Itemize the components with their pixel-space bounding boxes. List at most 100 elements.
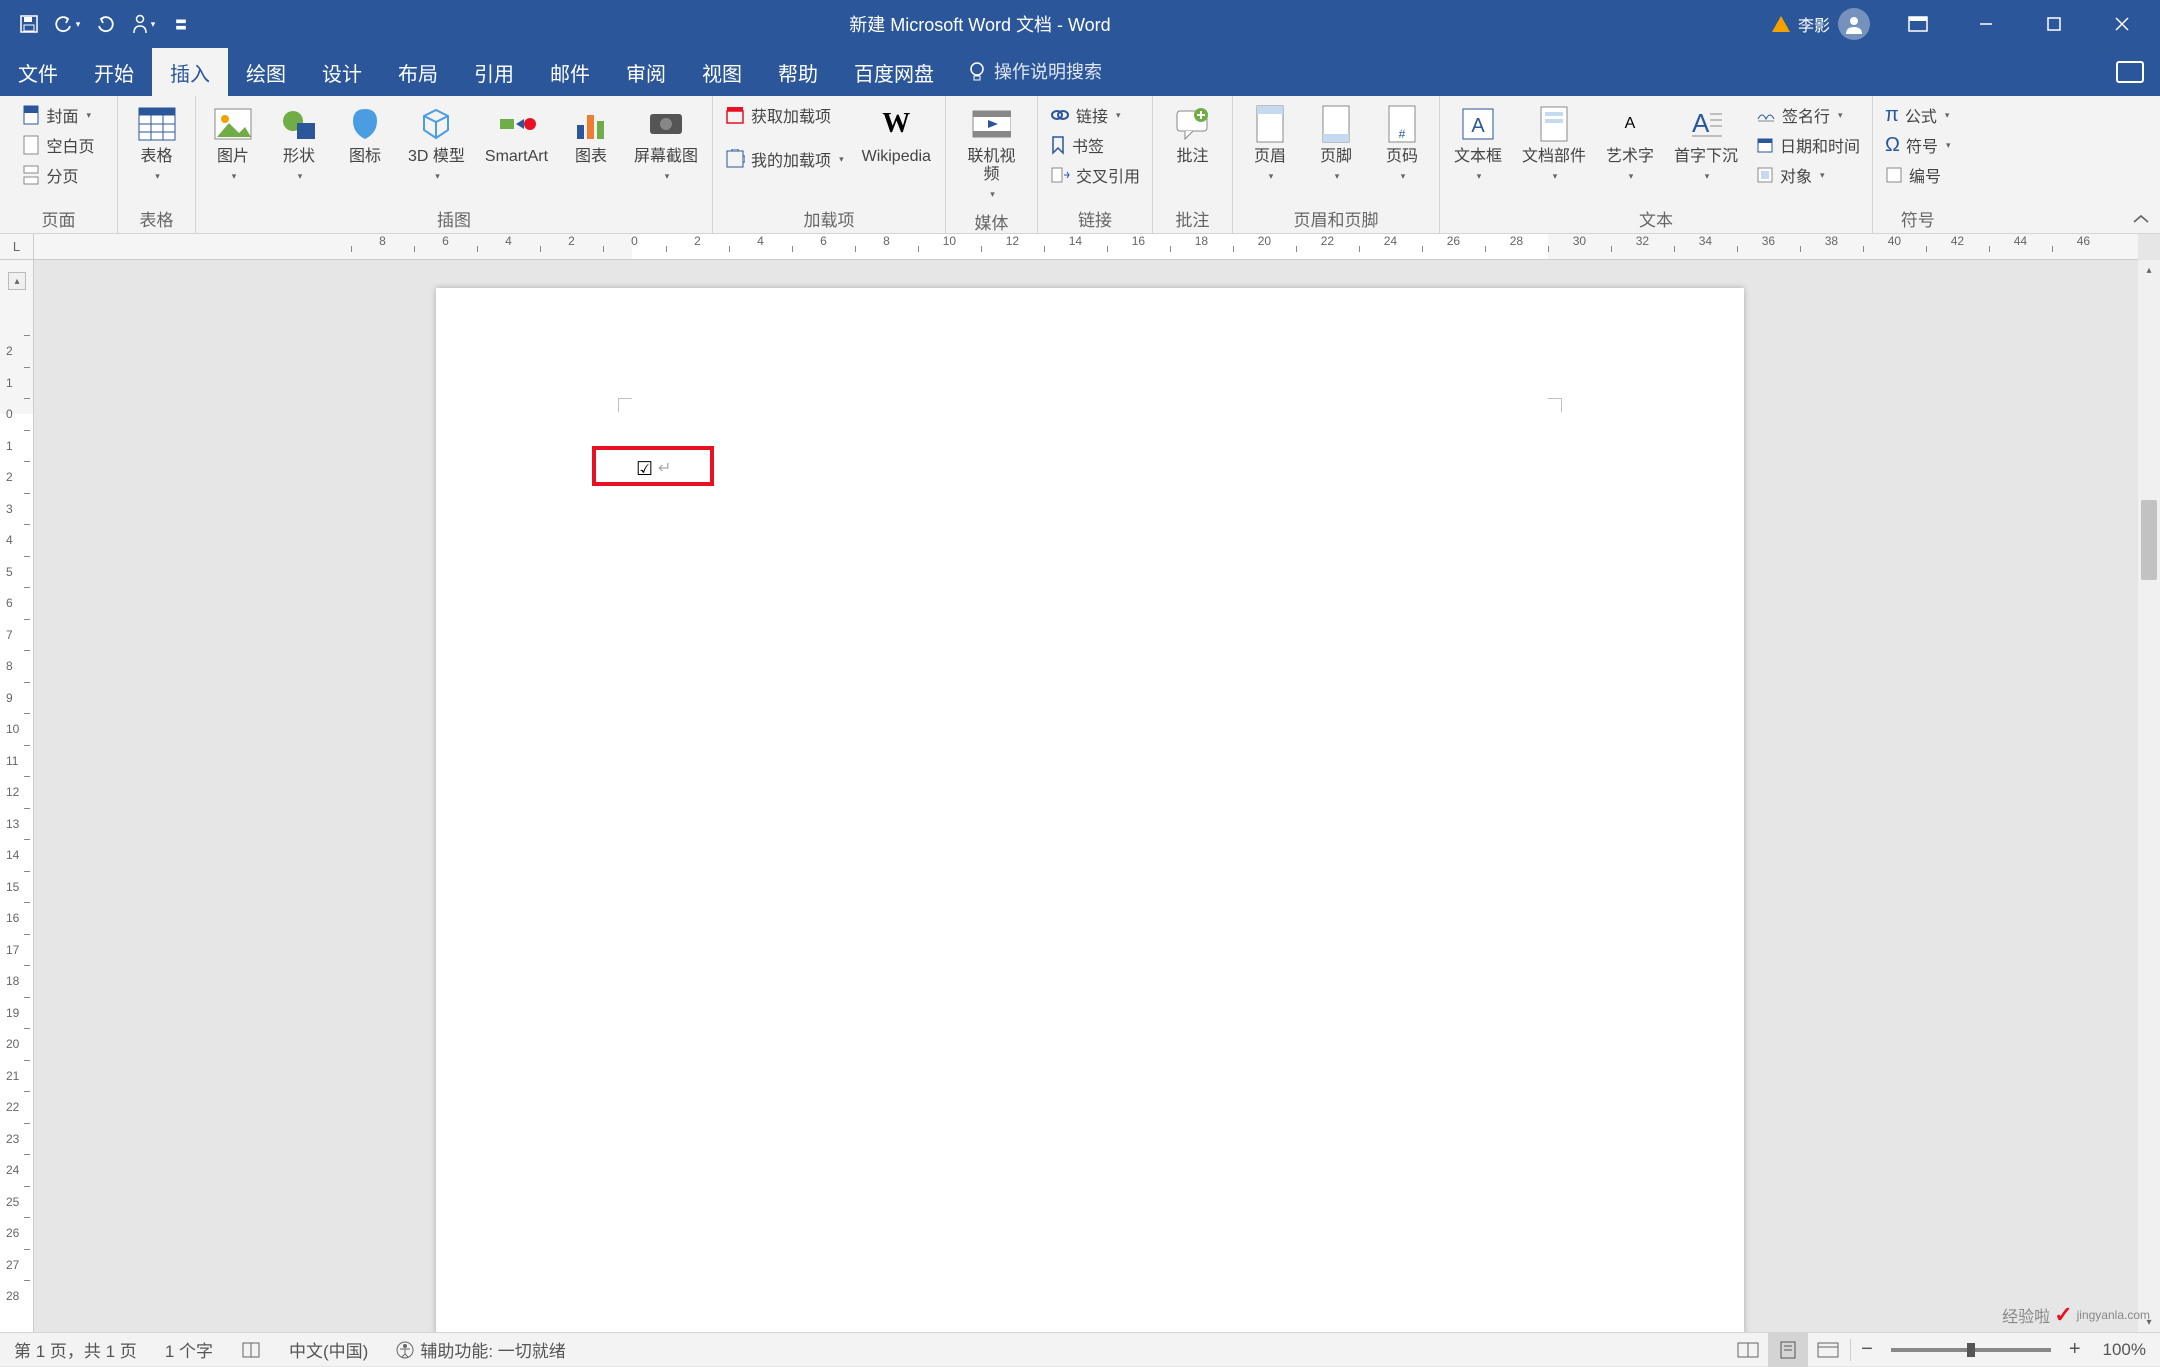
blank-page-button[interactable]: 空白页 [16,130,100,160]
language-status[interactable]: 中文(中国) [275,1337,382,1362]
tab-design[interactable]: 设计 [304,48,380,96]
smartart-button[interactable]: SmartArt [477,100,556,170]
zoom-slider[interactable] [1891,1348,2051,1352]
print-layout-button[interactable] [1768,1333,1808,1367]
wikipedia-button[interactable]: WWikipedia [854,100,939,170]
tab-references[interactable]: 引用 [456,48,532,96]
quickparts-button[interactable]: 文档部件▾ [1514,100,1594,189]
datetime-button[interactable]: 日期和时间 [1750,130,1866,160]
tell-me-search[interactable] [952,48,1190,96]
dropcap-button[interactable]: A首字下沉▾ [1666,100,1746,189]
zoom-handle[interactable] [1967,1343,1975,1357]
maximize-icon [2046,16,2062,32]
comments-icon[interactable] [2116,61,2144,83]
3d-model-button[interactable]: 3D 模型▾ [400,100,473,189]
page-number-button[interactable]: #页码▾ [1371,100,1433,189]
collapse-ribbon-button[interactable] [2132,213,2150,225]
ruler-corner[interactable]: L [0,234,34,260]
table-button[interactable]: 表格▾ [126,100,188,189]
document-area[interactable]: ☑ ↵ [34,260,2138,1332]
cover-page-button[interactable]: 封面▾ [16,100,100,130]
textbox-button[interactable]: A文本框▾ [1446,100,1510,189]
chart-button[interactable]: 图表 [560,100,622,170]
group-links-label: 链接 [1044,204,1146,231]
online-video-button[interactable]: 联机视频▾ [952,100,1031,207]
wordart-button[interactable]: A艺术字▾ [1598,100,1662,189]
touch-mode-button[interactable]: ▾ [126,7,160,41]
accessibility-status[interactable]: 辅助功能: 一切就绪 [382,1337,579,1362]
page-break-icon [22,165,40,185]
highlight-box [592,446,714,486]
cross-reference-button[interactable]: 交叉引用 [1044,160,1146,190]
number-button[interactable]: 编号 [1879,160,1957,190]
redo-button[interactable] [88,7,122,41]
tab-layout[interactable]: 布局 [380,48,456,96]
scroll-up-button[interactable]: ▴ [2138,260,2160,280]
save-button[interactable] [12,7,46,41]
group-illus-label: 插图 [202,204,706,231]
page-break-button[interactable]: 分页 [16,160,100,190]
table-icon [138,107,176,141]
scroll-thumb[interactable] [2141,500,2157,580]
group-comments: 批注 批注 [1153,96,1233,233]
picture-icon [213,107,253,141]
close-button[interactable] [2092,0,2152,48]
tab-draw[interactable]: 绘图 [228,48,304,96]
xref-icon [1050,166,1070,184]
symbol-button[interactable]: Ω符号▾ [1879,130,1957,160]
comment-button[interactable]: 批注 [1161,100,1223,170]
read-mode-button[interactable] [1728,1333,1768,1367]
maximize-button[interactable] [2024,0,2084,48]
shapes-button[interactable]: 形状▾ [268,100,330,189]
tab-insert[interactable]: 插入 [152,48,228,96]
vertical-scrollbar[interactable]: ▴ ▾ [2138,260,2160,1332]
object-button[interactable]: 对象▾ [1750,160,1866,190]
margin-mark-tr [1548,398,1562,412]
tab-home[interactable]: 开始 [76,48,152,96]
ribbon: 封面▾ 空白页 分页 页面 表格▾ 表格 图片▾ 形状▾ 图标 3D 模型▾ S… [0,96,2160,234]
my-addins-button[interactable]: 我的加载项▾ [719,144,850,174]
spell-check-button[interactable] [227,1341,275,1359]
user-account[interactable]: 李影 [1762,8,1880,40]
zoom-level[interactable]: 100% [2089,1340,2160,1360]
tab-review[interactable]: 审阅 [608,48,684,96]
undo-button[interactable]: ▾ [50,7,84,41]
minimize-icon [1978,16,1994,32]
page-status[interactable]: 第 1 页，共 1 页 [0,1337,151,1362]
tab-mail[interactable]: 邮件 [532,48,608,96]
equation-button[interactable]: π公式▾ [1879,100,1957,130]
screenshot-button[interactable]: 屏幕截图▾ [626,100,706,189]
web-layout-icon [1817,1342,1839,1358]
page[interactable]: ☑ ↵ [436,288,1744,1332]
ribbon-display-button[interactable] [1888,0,1948,48]
word-count[interactable]: 1 个字 [151,1337,227,1362]
icons-button[interactable]: 图标 [334,100,396,170]
tab-file[interactable]: 文件 [0,48,76,96]
signature-line-button[interactable]: 签名行▾ [1750,100,1866,130]
person-icon [131,14,149,34]
link-icon [1050,107,1070,123]
qat-customize-button[interactable]: 〓 [164,7,198,41]
horizontal-ruler[interactable]: 8642024681012141618202224262830323436384… [34,234,2138,260]
header-button[interactable]: 页眉▾ [1239,100,1301,189]
zoom-in-button[interactable]: + [2061,1338,2089,1361]
tab-view[interactable]: 视图 [684,48,760,96]
tab-baidu[interactable]: 百度网盘 [836,48,952,96]
get-addins-button[interactable]: 获取加载项 [719,100,850,130]
link-button[interactable]: 链接▾ [1044,100,1146,130]
minimize-button[interactable] [1956,0,2016,48]
tell-me-input[interactable] [994,62,1174,83]
lightbulb-icon [968,61,986,83]
footer-button[interactable]: 页脚▾ [1305,100,1367,189]
print-layout-icon [1778,1341,1798,1359]
vertical-ruler[interactable]: ▴ 21012345678910111213141516171819202122… [0,260,34,1332]
bookmark-button[interactable]: 书签 [1044,130,1146,160]
ruler-up-button[interactable]: ▴ [8,272,26,290]
zoom-out-button[interactable]: − [1853,1338,1881,1361]
menubar-right [2116,48,2160,96]
tab-help[interactable]: 帮助 [760,48,836,96]
picture-button[interactable]: 图片▾ [202,100,264,189]
web-layout-button[interactable] [1808,1333,1848,1367]
warning-icon [1772,16,1790,32]
group-text-label: 文本 [1446,204,1866,231]
